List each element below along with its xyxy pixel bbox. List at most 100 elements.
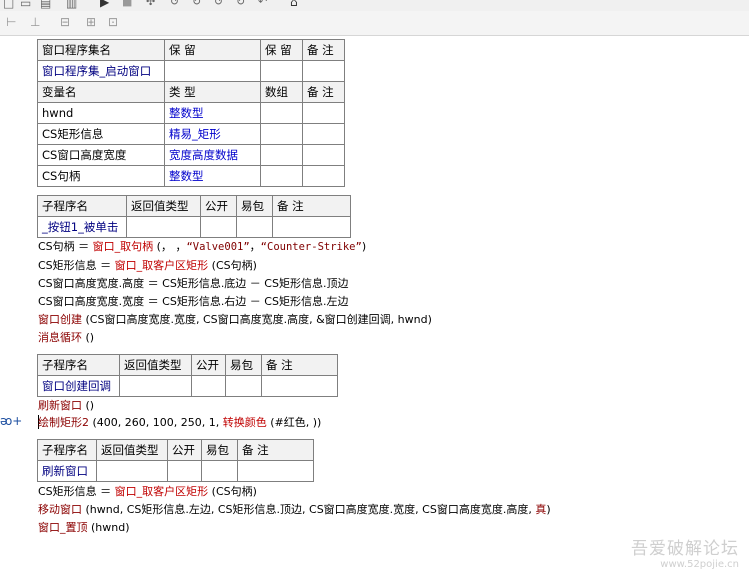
vars-header-note: 备 注: [302, 81, 345, 103]
code-line[interactable]: CS窗口高度宽度.宽度 ＝ CS矩形信息.右边 － CS矩形信息.左边: [38, 293, 348, 310]
var-type-cell[interactable]: 精易_矩形: [164, 123, 261, 145]
breakpoint-marker[interactable]: ᴔ+: [0, 414, 22, 428]
code-line[interactable]: CS矩形信息 ＝ 窗口_取客户区矩形 (CS句柄): [38, 483, 257, 500]
table-cell[interactable]: [260, 144, 303, 166]
sub-header-name: 子程序名: [37, 195, 127, 217]
code-line[interactable]: 刷新窗口 (): [38, 397, 94, 414]
code-line[interactable]: 窗口_置顶 (hwnd): [38, 519, 130, 536]
assembly-table: 窗口程序集名 保 留 保 留 备 注 窗口程序集_启动窗口 变量名 类 型 数组…: [37, 39, 345, 187]
vars-header-type: 类 型: [164, 81, 261, 103]
table-cell[interactable]: [126, 216, 201, 238]
function-call: 转换颜色: [222, 416, 267, 429]
function-call: 窗口_置顶: [38, 521, 88, 534]
var-name-cell[interactable]: CS句柄: [37, 165, 165, 187]
table-cell[interactable]: [260, 102, 303, 124]
table-cell[interactable]: [119, 375, 192, 397]
home-icon[interactable]: ⌂: [290, 0, 298, 8]
table-cell[interactable]: [261, 375, 338, 397]
table-cell[interactable]: [191, 375, 226, 397]
sub-header-name: 子程序名: [37, 439, 97, 461]
var-name-cell[interactable]: hwnd: [37, 102, 165, 124]
code-line[interactable]: 窗口创建 (CS窗口高度宽度.宽度, CS窗口高度宽度.高度, &窗口创建回调,…: [38, 311, 432, 328]
table-cell[interactable]: [302, 123, 345, 145]
table-row[interactable]: hwnd 整数型: [37, 102, 345, 124]
step-over-icon[interactable]: ↻: [192, 0, 201, 7]
sub-name-cell[interactable]: 刷新窗口: [37, 460, 97, 482]
var-type-cell[interactable]: 整数型: [164, 102, 261, 124]
function-call: 消息循环: [38, 331, 82, 344]
assembly-name-cell[interactable]: 窗口程序集_启动窗口: [37, 60, 165, 82]
code-line[interactable]: CS矩形信息 ＝ 窗口_取客户区矩形 (CS句柄): [38, 257, 257, 274]
function-call: 窗口_取客户区矩形: [114, 485, 209, 498]
function-call: 窗口_取客户区矩形: [114, 259, 209, 272]
same-width-icon[interactable]: ⊟: [60, 16, 70, 28]
assembly-header-name: 窗口程序集名: [37, 39, 165, 61]
table-cell[interactable]: [272, 216, 351, 238]
same-height-icon[interactable]: ⊞: [86, 16, 96, 28]
sub-table-2: 子程序名 返回值类型 公开 易包 备 注 窗口创建回调: [37, 354, 338, 397]
stop-icon[interactable]: ■: [122, 0, 132, 7]
table-cell[interactable]: [164, 60, 261, 82]
vars-header-name: 变量名: [37, 81, 165, 103]
align-left-icon[interactable]: ⊢: [6, 16, 16, 28]
table-cell[interactable]: [225, 375, 262, 397]
watermark-url: www.52pojie.cn: [660, 559, 739, 570]
var-type-cell[interactable]: 整数型: [164, 165, 261, 187]
run-to-cursor-icon[interactable]: ↻: [236, 0, 245, 7]
table-cell[interactable]: [260, 123, 303, 145]
save-icon[interactable]: ▥: [66, 0, 77, 9]
sub-header-return: 返回值类型: [126, 195, 201, 217]
code-line-current[interactable]: 绘制矩形2 (400, 260, 100, 250, 1, 转换颜色 (#红色,…: [38, 414, 321, 431]
sub-table-3: 子程序名 返回值类型 公开 易包 备 注 刷新窗口: [37, 439, 314, 482]
code-line[interactable]: CS句柄 ＝ 窗口_取句柄 (， ，“Valve001”，“Counter-St…: [38, 238, 366, 256]
toolbar-icon[interactable]: □: [3, 0, 14, 9]
code-line[interactable]: CS窗口高度宽度.高度 ＝ CS矩形信息.底边 － CS矩形信息.顶边: [38, 275, 348, 292]
code-line[interactable]: 移动窗口 (hwnd, CS矩形信息.左边, CS矩形信息.顶边, CS窗口高度…: [38, 501, 551, 518]
sub-header-note: 备 注: [237, 439, 314, 461]
table-row[interactable]: CS矩形信息 精易_矩形: [37, 123, 345, 145]
sub-header-pkg: 易包: [201, 439, 238, 461]
step-icon[interactable]: ✣: [146, 0, 155, 7]
code-line[interactable]: 消息循环 (): [38, 329, 94, 346]
run-icon[interactable]: ▶: [100, 0, 109, 8]
open-icon[interactable]: ▤: [40, 0, 51, 9]
table-cell[interactable]: [302, 165, 345, 187]
sub-header-note: 备 注: [272, 195, 351, 217]
table-cell[interactable]: [260, 60, 303, 82]
same-size-icon[interactable]: ⊡: [108, 16, 118, 28]
table-cell[interactable]: [201, 460, 238, 482]
sub-header-public: 公开: [167, 439, 202, 461]
vars-header-array: 数组: [260, 81, 303, 103]
table-row[interactable]: CS句柄 整数型: [37, 165, 345, 187]
table-cell[interactable]: [96, 460, 168, 482]
table-cell[interactable]: [302, 102, 345, 124]
sub-header-name: 子程序名: [37, 354, 120, 376]
table-cell[interactable]: [302, 144, 345, 166]
sub-header-return: 返回值类型: [119, 354, 192, 376]
align-toolbar: ⊢ ⊥ ⊟ ⊞ ⊡: [0, 11, 749, 36]
var-name-cell[interactable]: CS矩形信息: [37, 123, 165, 145]
table-cell[interactable]: [236, 216, 273, 238]
table-cell[interactable]: [200, 216, 237, 238]
sub-name-cell[interactable]: 窗口创建回调: [37, 375, 120, 397]
table-row[interactable]: CS窗口高度宽度 宽度高度数据: [37, 144, 345, 166]
sub-header-pkg: 易包: [236, 195, 273, 217]
align-center-icon[interactable]: ⊥: [30, 16, 40, 28]
var-type-cell[interactable]: 宽度高度数据: [164, 144, 261, 166]
new-icon[interactable]: ▭: [20, 0, 31, 9]
sub-header-public: 公开: [200, 195, 237, 217]
string-literal: “Valve001”: [186, 241, 250, 253]
sub-name-cell[interactable]: _按钮1_被单击: [37, 216, 127, 238]
watermark: 吾爱破解论坛 www.52pojie.cn: [631, 534, 739, 570]
table-cell[interactable]: [302, 60, 345, 82]
table-cell[interactable]: [260, 165, 303, 187]
step-into-icon[interactable]: ↺: [170, 0, 179, 7]
table-cell[interactable]: [237, 460, 314, 482]
breakpoint-icon[interactable]: ↶: [258, 0, 267, 7]
table-cell[interactable]: [167, 460, 202, 482]
sub-header-note: 备 注: [261, 354, 338, 376]
var-name-cell[interactable]: CS窗口高度宽度: [37, 144, 165, 166]
sub-header-public: 公开: [191, 354, 226, 376]
step-out-icon[interactable]: ↺: [214, 0, 223, 7]
function-call: 绘制矩形2: [38, 416, 89, 429]
